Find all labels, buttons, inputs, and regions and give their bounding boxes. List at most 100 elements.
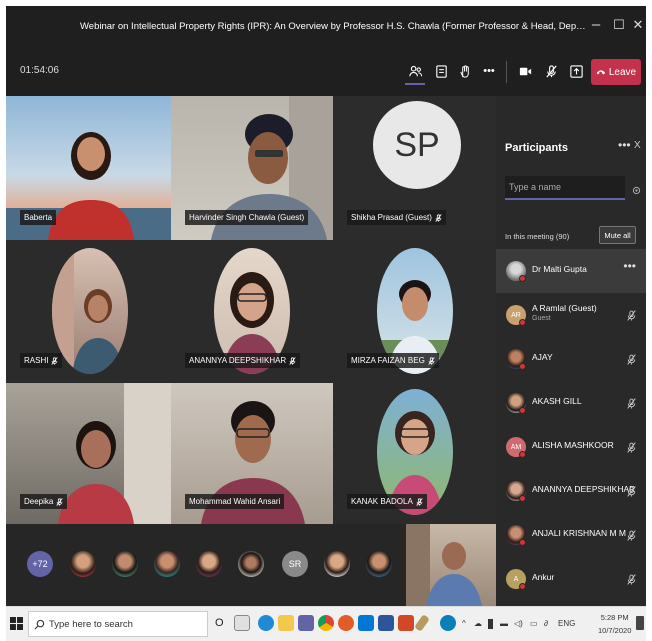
toolbar-divider <box>506 61 507 83</box>
participant-name: MIRZA FAIZAN BEG <box>351 356 425 365</box>
participant-name-tag: ANANNYA DEEPSHIKHAR <box>185 353 301 368</box>
panel-close-button[interactable]: X <box>634 140 641 151</box>
video-tile[interactable]: KANAK BADOLA <box>333 383 496 524</box>
status-dot <box>519 583 526 590</box>
firefox-icon[interactable] <box>338 615 354 631</box>
participant-name-tag: KANAK BADOLA <box>347 494 427 509</box>
mic-off-icon <box>627 484 636 502</box>
participant-row[interactable]: A Ankur <box>496 557 646 601</box>
edge-icon[interactable] <box>258 615 274 631</box>
camera-icon <box>519 67 531 75</box>
minimize-button[interactable]: – <box>586 14 606 36</box>
leave-button[interactable]: Leave <box>591 59 641 85</box>
powerpoint-icon[interactable] <box>398 615 414 631</box>
participant-avatar[interactable] <box>70 551 96 577</box>
participant-row[interactable]: AR A Ramlal (Guest) Guest <box>496 293 646 337</box>
participant-row[interactable]: ANANNYA DEEPSHIKHAR <box>496 469 646 513</box>
participants-icon <box>408 65 422 76</box>
video-tile[interactable]: ANANNYA DEEPSHIKHAR <box>171 240 333 383</box>
participant-avatar[interactable] <box>238 551 264 577</box>
mic-off-icon <box>56 497 63 506</box>
mic-toggle-button[interactable] <box>541 61 561 81</box>
participant-name: Harvinder Singh Chawla (Guest) <box>185 210 309 225</box>
participant-avatar[interactable] <box>366 551 392 577</box>
tray-overflow-icon[interactable]: ^ <box>462 619 466 628</box>
mute-all-button[interactable]: Mute all <box>599 226 636 244</box>
more-actions-button[interactable]: ••• <box>479 61 499 81</box>
window-title: Webinar on Intellectual Property Rights … <box>80 21 590 32</box>
pen-icon[interactable] <box>488 619 493 629</box>
share-screen-button[interactable] <box>566 61 586 81</box>
participant-avatar[interactable] <box>196 551 222 577</box>
status-dot <box>519 319 526 326</box>
word-icon[interactable] <box>378 615 394 631</box>
taskbar-search[interactable]: Type here to search <box>28 611 208 637</box>
file-explorer-icon[interactable] <box>278 615 294 631</box>
onedrive-icon[interactable]: ☁ <box>474 619 482 628</box>
show-participants-button[interactable] <box>405 61 425 81</box>
chrome-icon[interactable] <box>318 615 334 631</box>
app-icon[interactable] <box>440 615 456 631</box>
maximize-button[interactable]: ☐ <box>609 14 629 36</box>
participant-row[interactable]: AKASH GILL <box>496 381 646 425</box>
participant-name: A Ramlal (Guest) <box>532 303 597 313</box>
video-tile[interactable]: RASHI <box>6 240 171 383</box>
participant-row[interactable]: AJAY <box>496 337 646 381</box>
in-meeting-count: In this meeting (90) <box>505 232 570 241</box>
power-icon[interactable]: ∂ <box>544 619 548 628</box>
input-language[interactable]: ENG <box>558 619 575 628</box>
video-tile[interactable]: Deepika <box>6 383 171 524</box>
participant-row[interactable]: ANJALI KRISHNAN M M <box>496 513 646 557</box>
video-tile[interactable]: Harvinder Singh Chawla (Guest) <box>171 96 333 240</box>
task-view-icon[interactable] <box>234 615 250 631</box>
camera-toggle-button[interactable] <box>515 61 535 81</box>
participant-name: ALISHA MASHKOOR <box>532 440 614 450</box>
mic-off-icon <box>416 497 423 506</box>
share-invite-button[interactable] <box>632 182 641 200</box>
participant-name: Mohammad Wahid Ansari <box>185 494 285 509</box>
system-clock[interactable]: 5:28 PM 10/7/2020 <box>598 611 631 637</box>
participant-role: Guest <box>532 315 551 322</box>
teams-icon[interactable] <box>298 615 314 631</box>
start-button[interactable] <box>10 617 23 635</box>
status-dot <box>519 363 526 370</box>
participant-row[interactable]: AM ALISHA MASHKOOR <box>496 425 646 469</box>
mic-off-icon <box>51 356 59 365</box>
video-tile[interactable]: MIRZA FAIZAN BEG <box>333 240 496 383</box>
outlook-icon[interactable] <box>358 615 374 631</box>
mic-off-icon <box>627 440 636 458</box>
paint-brush-icon[interactable] <box>414 614 430 632</box>
self-video-preview[interactable] <box>406 524 496 606</box>
initials-avatar[interactable]: SR <box>282 551 308 577</box>
video-tile[interactable]: SP Shikha Prasad (Guest) <box>333 96 496 240</box>
participant-more-button[interactable]: ••• <box>623 259 636 273</box>
volume-icon[interactable]: ◁) <box>514 619 523 628</box>
display-icon[interactable]: ▭ <box>530 619 538 628</box>
taskbar-search-placeholder: Type here to search <box>49 618 133 630</box>
overflow-participants-button[interactable]: +72 <box>27 551 53 577</box>
participant-name-tag: Deepika <box>20 494 68 509</box>
clock-date: 10/7/2020 <box>598 626 632 635</box>
participant-search-input[interactable] <box>505 176 625 198</box>
mic-off-icon <box>627 352 636 370</box>
participant-search[interactable] <box>505 176 625 200</box>
status-dot <box>519 495 526 502</box>
video-tile[interactable]: Mohammad Wahid Ansari <box>171 383 333 524</box>
participant-avatar[interactable] <box>154 551 180 577</box>
notifications-icon[interactable] <box>636 616 644 630</box>
status-dot <box>519 451 526 458</box>
panel-more-button[interactable]: ••• <box>618 138 631 152</box>
participant-name: RASHI <box>24 356 49 365</box>
participant-name: AKASH GILL <box>532 396 582 406</box>
video-tile[interactable]: Baberta <box>6 96 171 240</box>
chat-button[interactable] <box>431 61 451 81</box>
raise-hand-button[interactable] <box>455 61 475 81</box>
network-icon[interactable]: ▬ <box>500 619 508 628</box>
teams-meeting-window: Webinar on Intellectual Property Rights … <box>6 6 646 606</box>
close-window-button[interactable]: ✕ <box>628 14 646 36</box>
participant-row[interactable]: Dr Malti Gupta ••• <box>496 249 646 293</box>
participant-avatar[interactable] <box>112 551 138 577</box>
active-tab-indicator <box>405 83 425 85</box>
participant-avatar[interactable] <box>324 551 350 577</box>
cortana-button[interactable]: O <box>215 617 224 629</box>
